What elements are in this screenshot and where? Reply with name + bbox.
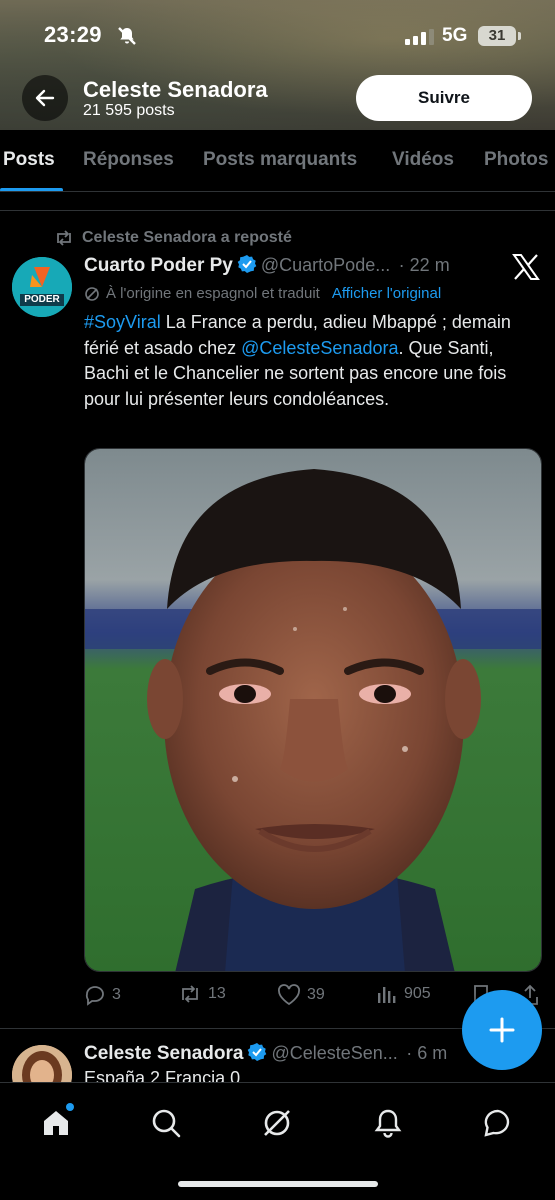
bell-icon [374,1109,402,1138]
nav-messages[interactable] [478,1103,518,1143]
home-icon [44,1111,68,1135]
back-button[interactable] [22,75,68,121]
hashtag-link[interactable]: #SoyViral [84,312,161,332]
nav-grok[interactable] [257,1103,297,1143]
follow-button[interactable]: Suivre [356,75,532,121]
translation-note: À l'origine en espagnol et traduit Affic… [84,285,441,302]
repost-count: 13 [208,985,226,1002]
compose-button[interactable] [462,990,542,1070]
repost-icon [182,985,198,1003]
post-photo[interactable] [84,448,542,972]
silent-mode-icon [117,26,137,51]
view-count: 905 [404,985,431,1002]
tab-photos[interactable]: Photos [484,149,548,171]
post-text: #SoyViral La France a perdu, adieu Mbapp… [84,310,534,412]
arrow-left-icon [35,89,55,107]
grok-icon [264,1110,290,1136]
battery-icon: 31 [478,26,516,46]
status-bar: 23:29 5G 31 [0,0,555,72]
repost-indicator: Celeste Senadora a reposté [54,229,292,247]
heart-icon [278,984,300,1006]
reply-button[interactable]: 3 [84,984,121,1006]
tab-replies[interactable]: Réponses [83,149,174,171]
profile-name: Celeste Senadora [83,77,268,102]
x-logo-icon [512,254,540,285]
author-handle: @CelesteSen... [271,1043,398,1063]
verified-badge-icon [237,254,257,279]
like-count: 39 [307,986,325,1003]
post-time: · 6 m [406,1043,448,1063]
repost-icon [57,230,71,246]
translate-icon [85,286,99,301]
reply-icon [85,986,104,1006]
search-icon [152,1109,181,1138]
author-name[interactable]: Celeste Senadora [84,1043,243,1064]
nav-search[interactable] [146,1103,186,1143]
status-time: 23:29 [44,22,102,47]
repost-button[interactable]: 13 [178,984,226,1004]
like-button[interactable]: 39 [277,984,325,1006]
divider [0,210,555,211]
avatar[interactable]: PODER [12,257,72,317]
message-icon [484,1109,510,1137]
post-time: · 22 m [398,255,450,275]
mention-link[interactable]: @CelesteSenadora [241,338,398,358]
tab-highlights[interactable]: Posts marquants [203,149,357,171]
signal-icon [405,29,435,50]
views-button[interactable]: 905 [376,984,431,1004]
verified-badge-icon [247,1042,267,1067]
nav-notifications[interactable] [368,1103,408,1143]
profile-post-count: 21 595 posts [83,102,175,119]
plus-icon [489,1017,515,1043]
reply-count: 3 [112,986,121,1003]
repost-label: Celeste Senadora a reposté [82,229,292,246]
views-icon [378,987,396,1003]
post-author-row: Celeste Senadora @CelesteSen... · 6 m [84,1042,464,1067]
tab-videos[interactable]: Vidéos [392,149,454,171]
home-indicator [178,1181,378,1187]
tab-posts[interactable]: Posts [3,149,55,171]
profile-tabs: Posts Réponses Posts marquants Vidéos Ph… [0,130,555,192]
nav-home[interactable] [36,1103,76,1143]
active-tab-indicator [0,188,63,191]
show-original-link[interactable]: Afficher l'original [332,285,441,302]
notification-dot [66,1103,74,1111]
avatar-logo-text: PODER [24,294,60,305]
translation-text: À l'origine en espagnol et traduit [106,285,320,302]
network-type: 5G [442,25,468,46]
post-author-row: Cuarto Poder Py @CuartoPode... · 22 m [84,254,544,280]
battery-tip [518,32,521,40]
author-handle: @CuartoPode... [260,255,391,275]
author-name[interactable]: Cuarto Poder Py [84,255,233,276]
